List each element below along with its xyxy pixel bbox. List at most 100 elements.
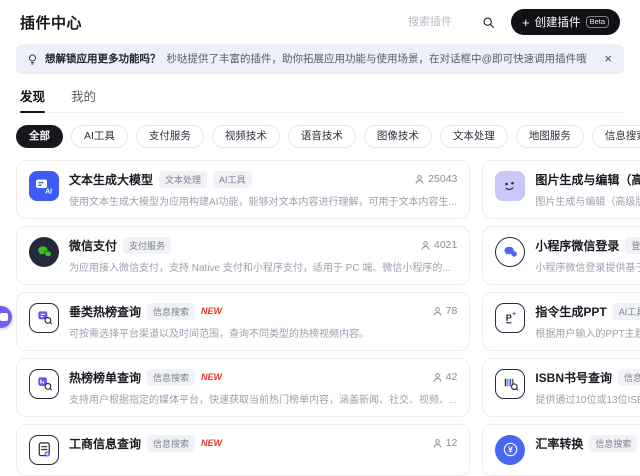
banner-close-icon[interactable]: × xyxy=(602,50,614,68)
image-edit-icon xyxy=(495,170,526,201)
plugin-description: 支持用户根据指定的媒体平台，快速获取当前热门榜单内容，涵盖新闻、社交、视频、..… xyxy=(69,394,458,406)
plugin-card-body: 垂类热榜查询 信息搜索 NEW 78 可按需选择平台渠道以及时间范围，查询不同类… xyxy=(69,302,458,340)
user-count-value: 78 xyxy=(445,305,458,318)
plugin-card[interactable]: 工商信息查询 信息搜索 NEW 12 xyxy=(16,423,471,476)
user-count-value: 25043 xyxy=(428,173,458,186)
plugin-description: 提供通过10位或13位ISBN查询图书的详细信息的能力，并支持获取书名、作者、出… xyxy=(535,394,640,406)
user-count-value: 4021 xyxy=(433,239,458,252)
plugin-description: 使用文本生成大模型为应用构建AI功能，能够对文本内容进行理解，可用于文本内容生.… xyxy=(69,196,457,208)
plugin-card[interactable]: ISBN书号查询 信息搜索 NEW 32 提供通过10位或13位ISBN查询图书… xyxy=(482,357,640,417)
category-pill[interactable]: 语音技术 xyxy=(287,125,356,148)
plugin-tag: 信息搜索 xyxy=(147,434,196,452)
plugin-card-head: 指令生成PPT AI工具 NEW 49 xyxy=(535,302,640,320)
search-input[interactable] xyxy=(405,15,474,29)
plugin-tag: 文本处理 xyxy=(159,170,208,188)
plugin-card-head: 小程序微信登录 登录验证 NEW 470 xyxy=(535,236,640,254)
floating-widget[interactable] xyxy=(0,306,12,328)
new-badge: NEW xyxy=(201,306,223,317)
wechat-login-icon xyxy=(495,236,526,267)
plugin-card-body: 小程序微信登录 登录验证 NEW 470 小程序微信登录提供基于微信账号体系的小… xyxy=(535,236,640,274)
business-info-icon xyxy=(29,434,59,465)
plugin-card-head: 工商信息查询 信息搜索 NEW 12 xyxy=(69,434,457,452)
plugin-card-head: 热榜榜单查询 信息搜索 NEW 42 xyxy=(69,368,458,386)
plus-icon: + xyxy=(521,14,530,30)
plugin-card[interactable]: ¥ 汇率转换 信息搜索 NEW 5 xyxy=(482,423,640,476)
plugin-card-body: 微信支付 支付服务 4021 为应用接入微信支付，支持 Native 支付和小程… xyxy=(69,236,458,274)
plugin-card[interactable]: 小程序微信登录 登录验证 NEW 470 小程序微信登录提供基于微信账号体系的小… xyxy=(482,225,640,285)
svg-text:¥: ¥ xyxy=(508,445,513,455)
plugin-card-head: 垂类热榜查询 信息搜索 NEW 78 xyxy=(69,302,458,320)
category-pill[interactable]: AI工具 xyxy=(71,125,128,148)
user-count: 25043 xyxy=(414,173,457,185)
plugin-card-head: 图片生成与编辑（高级版） AI工具 图像技术 4666 xyxy=(535,171,640,188)
user-icon xyxy=(433,372,442,382)
category-pill[interactable]: 视频技术 xyxy=(211,125,280,148)
ranking-search-icon xyxy=(29,368,59,399)
plugin-card-head: 文本生成大模型 文本处理 AI工具 25043 xyxy=(69,170,457,188)
plugin-title: 垂类热榜查询 xyxy=(69,304,142,319)
plugin-tag: 支付服务 xyxy=(123,236,172,254)
category-pill[interactable]: 信息搜索 xyxy=(591,125,640,148)
ai-model-icon: AI xyxy=(29,170,59,201)
promo-banner: 想解锁应用更多功能吗？ 秒哒提供了丰富的插件，助你拓展应用功能与使用场景，在对话… xyxy=(16,44,624,75)
plugin-grid: AI 文本生成大模型 文本处理 AI工具 25043 使用文本生成大模型为应用构… xyxy=(16,159,640,476)
plugin-title: 汇率转换 xyxy=(535,436,584,451)
user-icon xyxy=(433,438,442,448)
header-actions: + 创建插件 Beta xyxy=(405,9,620,35)
user-icon xyxy=(433,306,442,316)
plugin-tag: 信息搜索 xyxy=(618,368,640,386)
svg-text:P: P xyxy=(506,313,512,323)
plugin-card-head: ISBN书号查询 信息搜索 NEW 32 xyxy=(535,368,640,386)
plugin-title: 微信支付 xyxy=(69,238,118,253)
plugin-card-body: 热榜榜单查询 信息搜索 NEW 42 支持用户根据指定的媒体平台，快速获取当前热… xyxy=(69,368,458,406)
page-title: 插件中心 xyxy=(20,14,83,32)
plugin-description: 为应用接入微信支付，支持 Native 支付和小程序支付，适用于 PC 端、微信… xyxy=(69,262,451,274)
plugin-card-body: 图片生成与编辑（高级版） AI工具 图像技术 4666 图片生成与编辑（高级版）… xyxy=(535,171,640,208)
banner-text: 秒哒提供了丰富的插件，助你拓展应用功能与使用场景，在对话框中@即可快速调用插件哦 xyxy=(166,52,587,65)
wechat-pay-icon xyxy=(29,236,59,267)
plugin-card[interactable]: 垂类热榜查询 信息搜索 NEW 78 可按需选择平台渠道以及时间范围，查询不同类… xyxy=(16,291,471,351)
create-plugin-button[interactable]: + 创建插件 Beta xyxy=(510,9,620,35)
tab[interactable]: 发现 xyxy=(20,86,46,114)
plugin-card[interactable]: P 指令生成PPT AI工具 NEW 49 根据用户输入的PPT主题内容 xyxy=(482,291,640,351)
user-icon xyxy=(421,240,430,250)
plugin-card[interactable]: 微信支付 支付服务 4021 为应用接入微信支付，支持 Native 支付和小程… xyxy=(16,225,471,285)
create-plugin-label: 创建插件 xyxy=(534,17,581,29)
plugin-description: 小程序微信登录提供基于微信账号体系的小程序用户身份认证能力，通过调用微信官方..… xyxy=(535,262,640,274)
category-pill[interactable]: 图像技术 xyxy=(363,125,432,148)
category-bar: 全部 AI工具 支付服务 视频技术 语音技术 图像技术 文本处理 地图服务 信息… xyxy=(16,125,640,148)
hotlist-search-icon xyxy=(29,302,59,333)
category-pill[interactable]: 支付服务 xyxy=(135,125,204,148)
new-badge: NEW xyxy=(201,372,223,383)
plugin-title: 小程序微信登录 xyxy=(535,238,620,253)
plugin-description: 图片生成与编辑（高级版）提供通过文本或图片生成高质量图片的能力，并支持对多张..… xyxy=(535,196,640,208)
plugin-card-body: 汇率转换 信息搜索 NEW 5 xyxy=(535,434,640,465)
new-badge: NEW xyxy=(201,438,223,449)
currency-icon: ¥ xyxy=(495,434,526,465)
search-icon[interactable] xyxy=(482,16,495,29)
plugin-description: 可按需选择平台渠道以及时间范围，查询不同类型的热榜视频内容。 xyxy=(69,328,369,340)
plugin-card[interactable]: 图片生成与编辑（高级版） AI工具 图像技术 4666 图片生成与编辑（高级版）… xyxy=(482,159,640,219)
lightbulb-icon xyxy=(29,54,36,65)
plugin-title: 文本生成大模型 xyxy=(69,172,154,187)
tab[interactable]: 我的 xyxy=(71,86,96,105)
tab-bar: 发现 我的 xyxy=(16,86,624,114)
beta-badge: Beta xyxy=(585,16,609,28)
search-box[interactable] xyxy=(405,15,495,29)
plugin-card-head: 汇率转换 信息搜索 NEW 5 xyxy=(535,434,640,452)
plugin-card[interactable]: AI 文本生成大模型 文本处理 AI工具 25043 使用文本生成大模型为应用构… xyxy=(16,159,471,219)
plugin-title: 指令生成PPT xyxy=(535,304,607,319)
user-count: 78 xyxy=(432,305,458,318)
plugin-card[interactable]: 热榜榜单查询 信息搜索 NEW 42 支持用户根据指定的媒体平台，快速获取当前热… xyxy=(16,357,471,417)
category-pill[interactable]: 全部 xyxy=(16,125,63,148)
user-icon xyxy=(415,174,424,184)
plugin-title: 热榜榜单查询 xyxy=(69,370,142,385)
category-pill[interactable]: 地图服务 xyxy=(515,125,584,148)
user-count-value: 42 xyxy=(445,371,458,384)
plugin-tag: 登录验证 xyxy=(625,236,640,254)
plugin-description: 根据用户输入的PPT主题内容指令，匹配合适的模板自动生成PPT文件，并以可下载链… xyxy=(535,328,640,340)
plugin-title: 图片生成与编辑（高级版） xyxy=(535,172,640,187)
svg-text:AI: AI xyxy=(45,188,52,195)
plugin-card-body: 工商信息查询 信息搜索 NEW 12 xyxy=(69,434,457,465)
category-pill[interactable]: 文本处理 xyxy=(439,125,508,148)
